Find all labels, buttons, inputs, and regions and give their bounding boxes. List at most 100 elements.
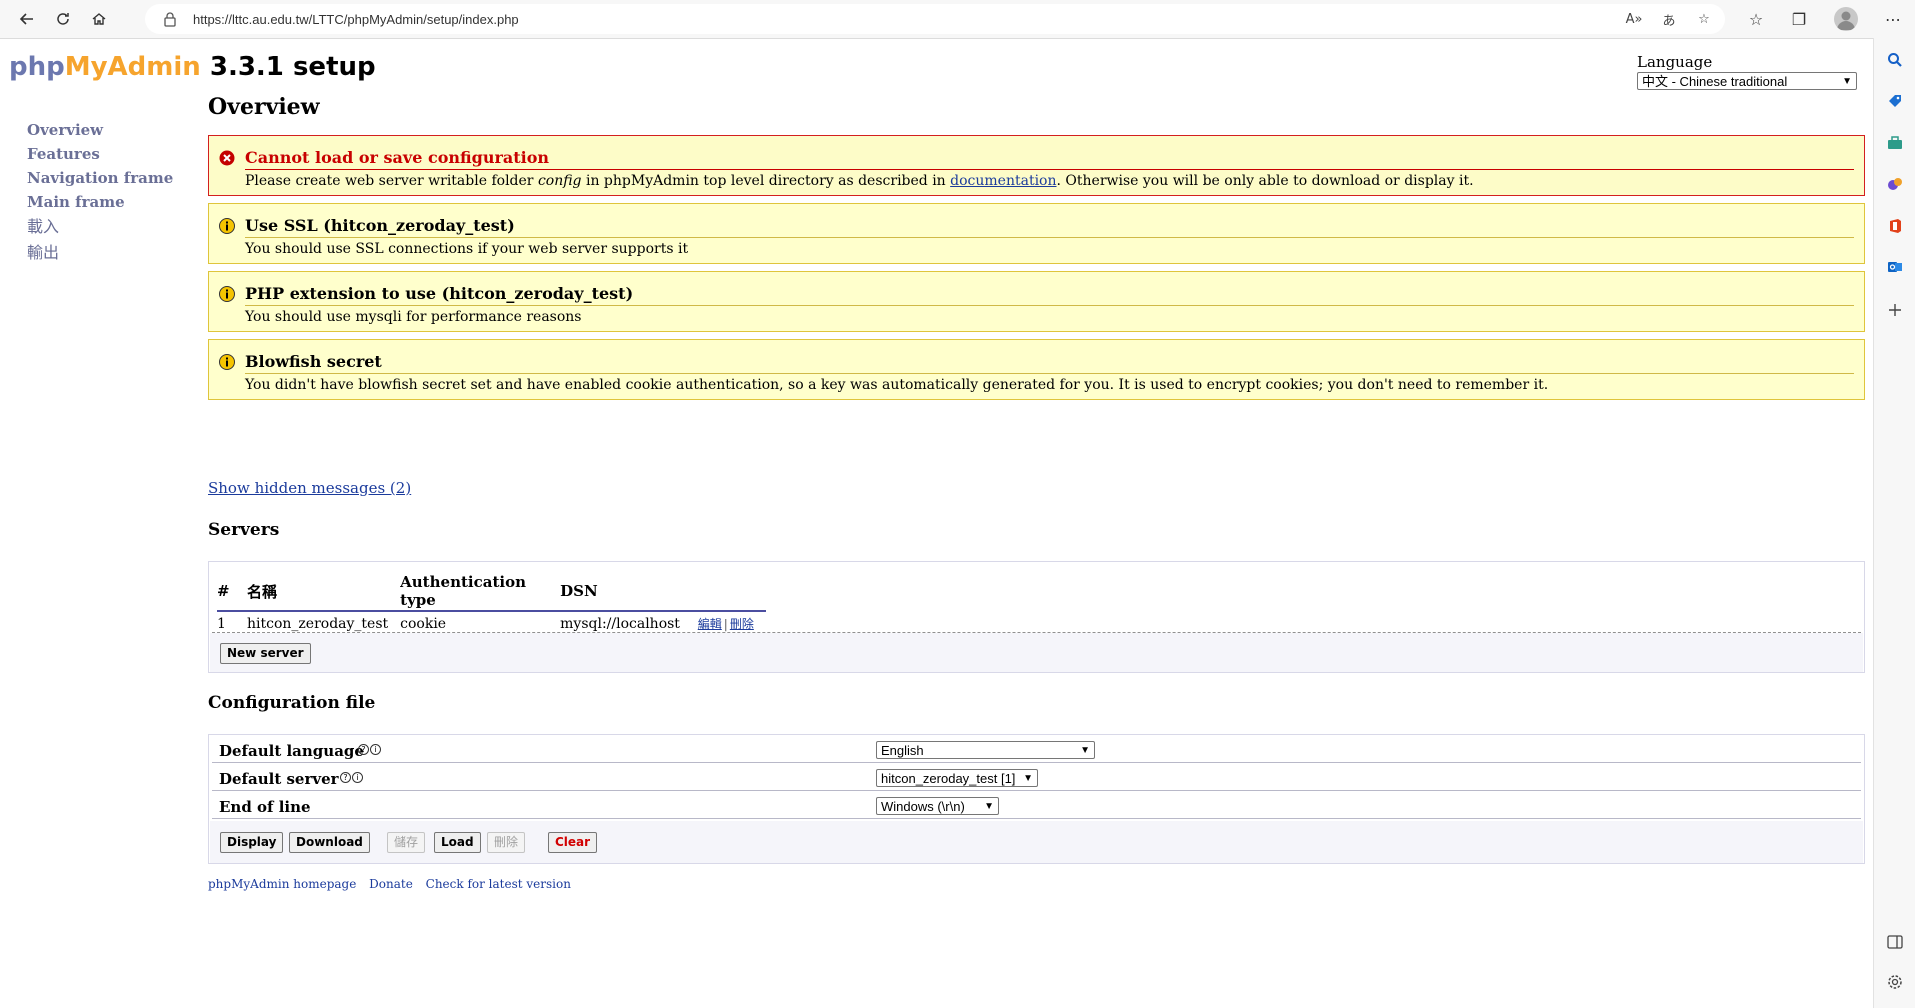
- default-language-select[interactable]: English ▼: [876, 741, 1095, 759]
- display-button[interactable]: Display: [220, 832, 284, 853]
- page-title: Overview: [208, 94, 320, 120]
- table-header-row: # 名稱 Authentication type DSN: [217, 569, 766, 612]
- toolbox-icon[interactable]: [1883, 131, 1907, 155]
- main-content: Overview Cannot load or save configurati…: [208, 94, 1865, 891]
- download-button[interactable]: Download: [289, 832, 370, 853]
- delete-button[interactable]: 刪除: [487, 832, 526, 853]
- message-text: Please create web server writable folder: [245, 173, 538, 189]
- config-folder-name: config: [537, 173, 582, 189]
- games-icon[interactable]: [1883, 172, 1907, 196]
- config-row-default-server: Default server ? i hitcon_zeroday_test [1…: [212, 764, 1861, 791]
- home-button[interactable]: [86, 6, 112, 32]
- server-dsn-cell: mysql://localhost 編輯 | 刪除: [560, 611, 766, 632]
- collections-icon[interactable]: ❐: [1786, 6, 1812, 32]
- logo-version: 3.3.1 setup: [209, 52, 376, 82]
- refresh-button[interactable]: [50, 6, 76, 32]
- config-row-default-language: Default language ? i English ▼: [212, 736, 1861, 763]
- notice-message: Use SSL (hitcon_zeroday_test) You should…: [208, 203, 1865, 264]
- server-auth-type: cookie: [400, 615, 447, 632]
- help-icons: ? i: [358, 744, 381, 755]
- notice-icon: [219, 354, 235, 370]
- edit-server-link[interactable]: 編輯: [698, 617, 722, 631]
- end-of-line-select[interactable]: Windows (\r\n) ▼: [876, 797, 999, 815]
- menu-item-load[interactable]: 載入: [27, 214, 173, 240]
- message-title: PHP extension to use (hitcon_zeroday_tes…: [245, 272, 1854, 306]
- load-button[interactable]: Load: [434, 832, 481, 853]
- language-select[interactable]: 中文 - Chinese traditional ▼: [1637, 72, 1857, 90]
- new-server-button[interactable]: New server: [220, 643, 311, 664]
- menu-item-overview[interactable]: Overview: [27, 118, 173, 142]
- delete-server-link[interactable]: 刪除: [730, 617, 754, 631]
- edge-sidebar: [1873, 38, 1915, 1008]
- default-language-value: English: [881, 743, 924, 758]
- donate-link[interactable]: Donate: [369, 877, 413, 891]
- info-icon[interactable]: i: [352, 772, 363, 783]
- profile-avatar[interactable]: [1834, 7, 1858, 31]
- homepage-link[interactable]: phpMyAdmin homepage: [208, 877, 356, 891]
- back-arrow-icon: [19, 13, 33, 25]
- more-options-icon[interactable]: ⋯: [1880, 6, 1906, 32]
- column-header: 名稱: [247, 569, 401, 612]
- settings-gear-icon[interactable]: [1883, 970, 1907, 994]
- column-header: #: [217, 569, 247, 612]
- office-icon[interactable]: [1883, 214, 1907, 238]
- divider: |: [723, 617, 728, 631]
- help-icons: ? i: [340, 772, 363, 783]
- save-button[interactable]: 儲存: [387, 832, 426, 853]
- outlook-icon[interactable]: [1883, 255, 1907, 279]
- menu-item-features[interactable]: Features: [27, 142, 173, 166]
- add-favorite-icon[interactable]: ☆: [1695, 10, 1713, 28]
- browser-toolbar: https://lttc.au.edu.tw/LTTC/phpMyAdmin/s…: [0, 0, 1915, 39]
- read-aloud-icon[interactable]: A»: [1625, 10, 1643, 28]
- notice-icon: [219, 218, 235, 234]
- notice-icon: [219, 286, 235, 302]
- column-header: Authentication type: [400, 569, 561, 612]
- error-message: Cannot load or save configuration Please…: [208, 135, 1865, 196]
- language-select-value: 中文 - Chinese traditional: [1642, 74, 1788, 89]
- url-text[interactable]: https://lttc.au.edu.tw/LTTC/phpMyAdmin/s…: [193, 12, 519, 27]
- translate-icon[interactable]: あ: [1660, 10, 1678, 29]
- question-icon[interactable]: ?: [358, 744, 369, 755]
- back-button[interactable]: [14, 6, 40, 32]
- search-icon[interactable]: [1883, 48, 1907, 72]
- favorites-icon[interactable]: ☆: [1743, 6, 1769, 32]
- shopping-tag-icon[interactable]: [1883, 89, 1907, 113]
- message-body: You should use mysqli for performance re…: [245, 309, 582, 325]
- refresh-icon: [57, 13, 69, 25]
- servers-table: # 名稱 Authentication type DSN 1 hitcon_ze…: [217, 569, 766, 632]
- message-title: Use SSL (hitcon_zeroday_test): [245, 204, 1854, 238]
- show-hidden-messages-link[interactable]: Show hidden messages (2): [208, 479, 411, 497]
- add-icon[interactable]: [1883, 298, 1907, 322]
- default-server-label: Default server: [219, 770, 339, 788]
- menu-item-export[interactable]: 輸出: [27, 240, 173, 266]
- message-text: . Otherwise you will be only able to dow…: [1056, 173, 1474, 189]
- table-row: 1 hitcon_zeroday_test cookie mysql://loc…: [217, 611, 766, 633]
- home-icon: [92, 13, 106, 25]
- message-body: Please create web server writable folder…: [245, 170, 1864, 189]
- end-of-line-value: Windows (\r\n): [881, 799, 965, 814]
- address-bar[interactable]: https://lttc.au.edu.tw/LTTC/phpMyAdmin/s…: [145, 4, 1725, 34]
- configuration-fieldset: Default language ? i English ▼ Default se…: [208, 734, 1865, 864]
- chevron-down-icon: ▼: [1842, 76, 1852, 87]
- menu-item-navigation-frame[interactable]: Navigation frame: [27, 166, 173, 190]
- menu-item-main-frame[interactable]: Main frame: [27, 190, 173, 214]
- question-icon[interactable]: ?: [340, 772, 351, 783]
- end-of-line-label: End of line: [219, 798, 311, 816]
- error-icon: [219, 150, 235, 166]
- chevron-down-icon: ▼: [984, 801, 994, 812]
- chevron-down-icon: ▼: [1023, 773, 1033, 784]
- default-server-select[interactable]: hitcon_zeroday_test [1] ▼: [876, 769, 1038, 787]
- language-selector: Language 中文 - Chinese traditional ▼: [1637, 53, 1857, 94]
- check-version-link[interactable]: Check for latest version: [426, 877, 571, 891]
- message-body: You should use SSL connections if your w…: [245, 241, 689, 257]
- info-icon[interactable]: i: [370, 744, 381, 755]
- clear-button[interactable]: Clear: [548, 832, 598, 853]
- servers-heading: Servers: [208, 520, 280, 540]
- documentation-link[interactable]: documentation: [950, 173, 1056, 189]
- chevron-down-icon: ▼: [1080, 745, 1090, 756]
- logo-php: php: [9, 52, 65, 82]
- sidebar-layout-icon[interactable]: [1883, 930, 1907, 954]
- message-title: Cannot load or save configuration: [245, 136, 1854, 170]
- lock-icon[interactable]: [163, 11, 177, 27]
- phpmyadmin-logo: phpMyAdmin 3.3.1 setup: [9, 52, 376, 82]
